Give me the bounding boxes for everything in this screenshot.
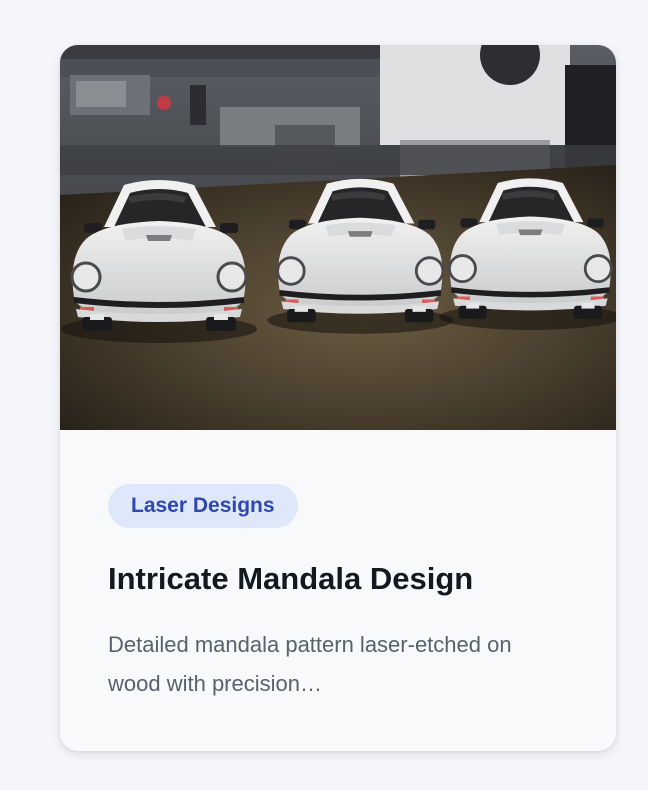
category-badge[interactable]: Laser Designs xyxy=(108,484,298,528)
card-image[interactable] xyxy=(60,45,616,430)
card-title: Intricate Mandala Design xyxy=(108,561,474,596)
card-description: Detailed mandala pattern laser-etched on… xyxy=(108,632,512,696)
project-card[interactable]: Laser Designs Intricate Mandala Design D… xyxy=(60,45,616,751)
